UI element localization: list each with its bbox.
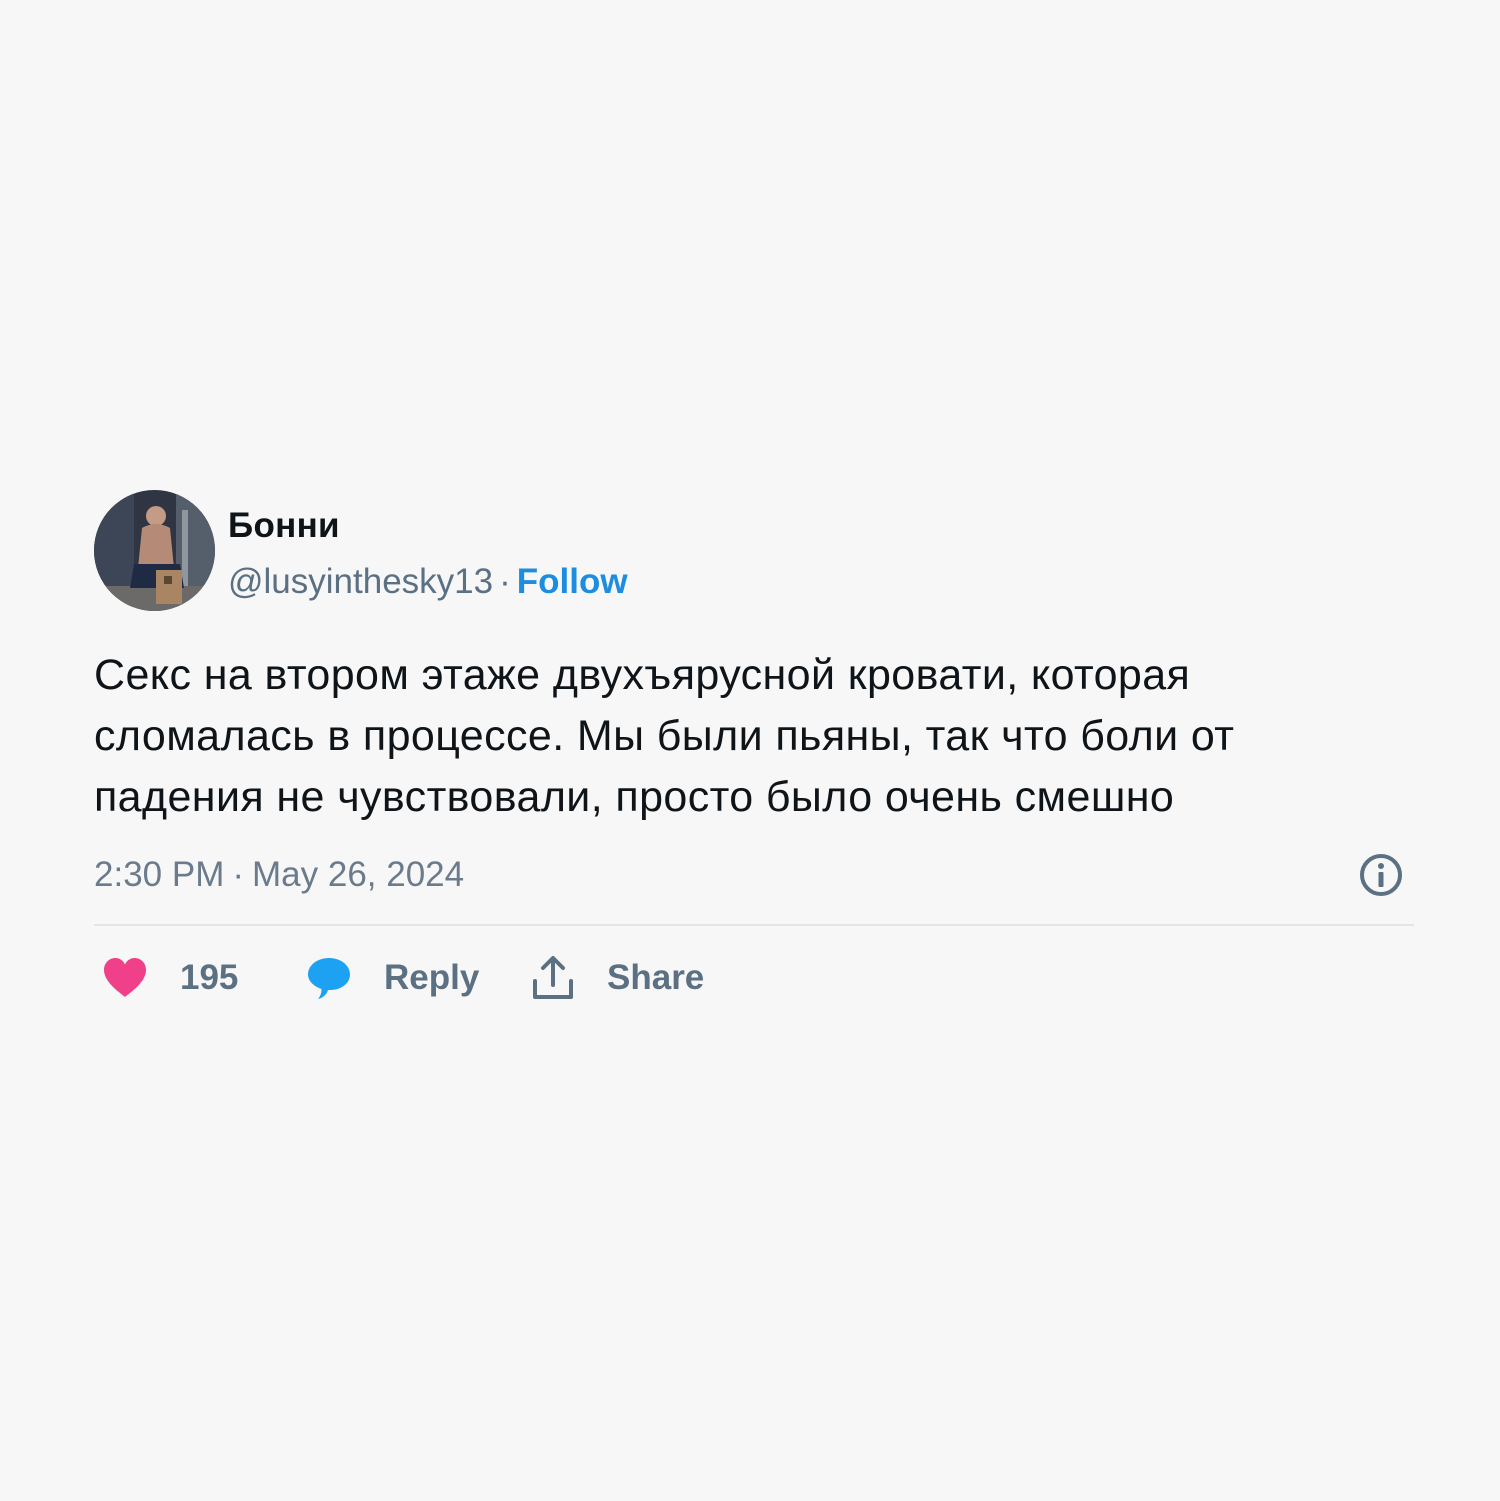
tweet-time[interactable]: 2:30 PM — [94, 855, 224, 894]
share-button[interactable]: Share — [531, 948, 704, 1008]
speech-bubble-icon — [308, 958, 350, 999]
display-name[interactable]: Бонни — [228, 506, 340, 546]
action-bar: 195 Reply Share — [94, 948, 894, 1008]
info-icon[interactable] — [1358, 852, 1404, 898]
reply-button[interactable]: Reply — [306, 948, 479, 1008]
page: Бонни @lusyinthesky13 · Follow Секс на вто… — [0, 0, 1500, 1501]
heart-icon — [104, 958, 146, 997]
divider — [94, 924, 1414, 926]
tweet-date[interactable]: May 26, 2024 — [252, 855, 464, 894]
handle-line: @lusyinthesky13 · Follow — [228, 562, 628, 602]
user-handle[interactable]: @lusyinthesky13 — [228, 562, 493, 601]
tweet-text: Секс на втором этаже двухъярусной кроват… — [94, 651, 1235, 821]
follow-button[interactable]: Follow — [517, 562, 628, 601]
avatar[interactable] — [94, 490, 215, 611]
tweet-header: Бонни @lusyinthesky13 · Follow — [94, 490, 1414, 612]
share-upload-icon — [533, 956, 573, 999]
reply-label: Reply — [384, 958, 480, 997]
timestamp-separator: · — [232, 855, 245, 894]
tweet-timestamp: 2:30 PM · May 26, 2024 — [94, 855, 464, 895]
handle-separator: · — [499, 562, 511, 601]
avatar-photo — [94, 490, 215, 611]
tweet-card: Бонни @lusyinthesky13 · Follow Секс на вто… — [94, 490, 1414, 999]
share-label: Share — [607, 958, 705, 997]
like-count: 195 — [180, 958, 239, 997]
like-button[interactable]: 195 — [102, 948, 238, 1008]
